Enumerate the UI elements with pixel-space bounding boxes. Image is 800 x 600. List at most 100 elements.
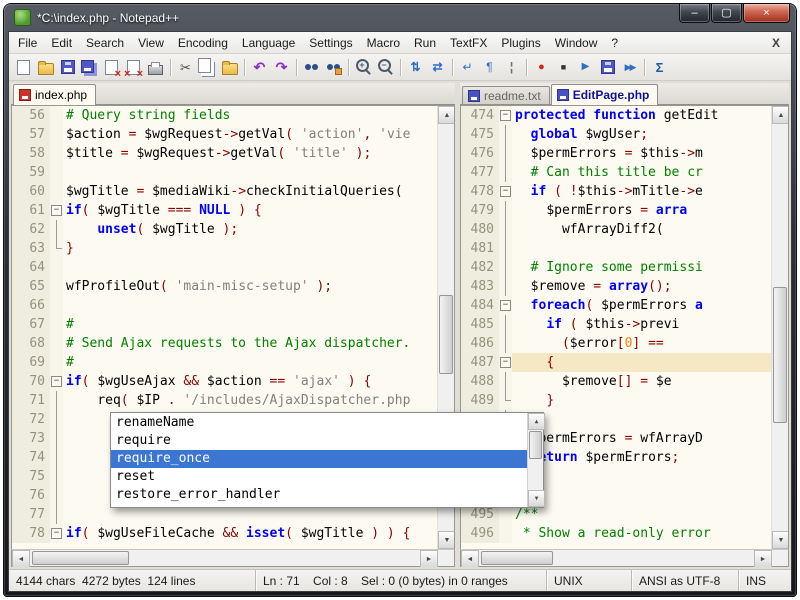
save-all-button[interactable]	[79, 57, 100, 78]
scroll-up-icon[interactable]: ▲	[438, 106, 455, 124]
eol-format[interactable]: UNIX	[547, 570, 632, 591]
tab-editpage-php[interactable]: EditPage.php	[551, 84, 659, 105]
fold-collapse-icon[interactable]	[499, 296, 512, 315]
replace-button[interactable]	[323, 57, 344, 78]
maximize-button[interactable]: ▢	[711, 4, 742, 23]
fold-margin	[499, 391, 512, 410]
close-file-button[interactable]	[101, 57, 122, 78]
menu-item-search[interactable]: Search	[79, 33, 131, 53]
close-button[interactable]: ×	[743, 4, 790, 23]
print-button[interactable]	[145, 57, 166, 78]
code-text: req( $IP . '/includes/AjaxDispatcher.php	[63, 391, 437, 410]
autocomplete-scroll-track[interactable]	[528, 430, 543, 490]
scroll-left-icon[interactable]: ◄	[12, 550, 30, 567]
fold-collapse-icon[interactable]	[50, 524, 63, 543]
fold-margin	[50, 410, 63, 429]
tab-readme-txt[interactable]: readme.txt	[462, 86, 550, 104]
right-vscroll-thumb[interactable]	[773, 287, 787, 423]
zoom-in-button[interactable]	[353, 57, 374, 78]
autocomplete-item-restore-error-handler[interactable]: restore_error_handler	[111, 486, 527, 504]
scroll-down-icon[interactable]: ▼	[528, 490, 545, 507]
open-file-button[interactable]	[35, 57, 56, 78]
scroll-left-icon[interactable]: ◄	[461, 550, 479, 567]
menu-item-textfx[interactable]: TextFX	[443, 33, 494, 53]
new-file-button[interactable]	[13, 57, 34, 78]
copy-button[interactable]	[197, 57, 218, 78]
cut-button[interactable]: ✂	[175, 57, 196, 78]
tab-index-php[interactable]: index.php	[13, 84, 96, 105]
title-bar[interactable]: *C:\index.php - Notepad++ – ▢ ×	[8, 4, 792, 31]
insert-mode[interactable]: INS	[739, 570, 791, 591]
fold-collapse-icon[interactable]	[499, 106, 512, 125]
macro-record-button[interactable]: ●	[531, 57, 552, 78]
right-vertical-scrollbar[interactable]: ▲ ▼	[771, 106, 788, 549]
left-hscroll-track[interactable]	[30, 550, 420, 566]
menu-item-macro[interactable]: Macro	[360, 33, 407, 53]
menu-item-view[interactable]: View	[131, 33, 171, 53]
menu-item-settings[interactable]: Settings	[302, 33, 359, 53]
zoom-out-button[interactable]	[375, 57, 396, 78]
sync-vertical-scroll-button[interactable]: ⇅	[405, 57, 426, 78]
code-line: 67#	[12, 315, 437, 334]
autocomplete-item-reset[interactable]: reset	[111, 468, 527, 486]
minimize-button[interactable]: –	[679, 4, 710, 23]
word-wrap-icon: ↵	[460, 59, 476, 75]
left-vscroll-thumb[interactable]	[439, 295, 453, 374]
right-vscroll-track[interactable]	[772, 124, 788, 531]
close-all-button[interactable]	[123, 57, 144, 78]
autocomplete-scroll-thumb[interactable]	[529, 431, 542, 459]
macro-save-button[interactable]	[597, 57, 618, 78]
right-hscroll-track[interactable]	[479, 550, 754, 566]
autocomplete-item-renamename[interactable]: renameName	[111, 414, 527, 432]
encoding[interactable]: ANSI as UTF-8	[632, 570, 739, 591]
sync-horizontal-scroll-button[interactable]: ⇄	[427, 57, 448, 78]
autocomplete-item-require-once[interactable]: require_once	[111, 450, 527, 468]
caret-position: Ln : 71 Col : 8 Sel : 0 (0 bytes) in 0 r…	[256, 570, 547, 591]
menu-item-encoding[interactable]: Encoding	[171, 33, 235, 53]
left-horizontal-scrollbar[interactable]: ◄ ►	[11, 549, 455, 567]
textfx-tools-button[interactable]: Σ	[649, 57, 670, 78]
scroll-right-icon[interactable]: ►	[420, 550, 438, 567]
autocomplete-scrollbar[interactable]: ▲ ▼	[527, 413, 543, 507]
show-indent-guide-button[interactable]: ¦	[501, 57, 522, 78]
unsaved-document-icon	[19, 89, 31, 101]
fold-collapse-icon[interactable]	[50, 201, 63, 220]
right-hscroll-thumb[interactable]	[481, 551, 553, 565]
fold-margin	[50, 239, 63, 258]
scroll-up-icon[interactable]: ▲	[772, 106, 789, 124]
scroll-right-icon[interactable]: ►	[754, 550, 772, 567]
fold-collapse-icon[interactable]	[499, 182, 512, 201]
autocomplete-item-require[interactable]: require	[111, 432, 527, 450]
paste-button[interactable]	[219, 57, 240, 78]
menu-item-language[interactable]: Language	[235, 33, 302, 53]
menu-item-plugins[interactable]: Plugins	[494, 33, 547, 53]
left-hscroll-thumb[interactable]	[32, 551, 129, 565]
show-all-characters-button[interactable]: ¶	[479, 57, 500, 78]
code-line: 485 if ( $this->previ	[461, 315, 771, 334]
macro-playback-button[interactable]: ▶	[575, 57, 596, 78]
line-number: 478	[461, 182, 499, 201]
redo-button[interactable]: ↷	[271, 57, 292, 78]
menu-item-item[interactable]: ?	[604, 33, 625, 53]
right-horizontal-scrollbar[interactable]: ◄ ►	[460, 549, 789, 567]
save-file-button[interactable]	[57, 57, 78, 78]
scroll-down-icon[interactable]: ▼	[438, 531, 455, 549]
menu-close-document-button[interactable]: X	[763, 36, 789, 50]
fold-collapse-icon[interactable]	[499, 353, 512, 372]
macro-run-multiple-button[interactable]: ▶▶	[619, 57, 640, 78]
menu-item-file[interactable]: File	[11, 33, 44, 53]
scroll-down-icon[interactable]: ▼	[772, 531, 789, 549]
menu-item-edit[interactable]: Edit	[44, 33, 79, 53]
word-wrap-button[interactable]: ↵	[457, 57, 478, 78]
menu-item-window[interactable]: Window	[548, 33, 605, 53]
fold-collapse-icon[interactable]	[50, 372, 63, 391]
scroll-up-icon[interactable]: ▲	[528, 413, 545, 430]
find-button[interactable]	[301, 57, 322, 78]
code-text: protected function getEdit	[512, 106, 771, 125]
macro-stop-button[interactable]: ■	[553, 57, 574, 78]
sync-vertical-scroll-icon: ⇅	[408, 59, 424, 75]
undo-button[interactable]: ↶	[249, 57, 270, 78]
fold-margin	[50, 334, 63, 353]
menu-item-run[interactable]: Run	[407, 33, 443, 53]
code-text	[63, 296, 437, 315]
